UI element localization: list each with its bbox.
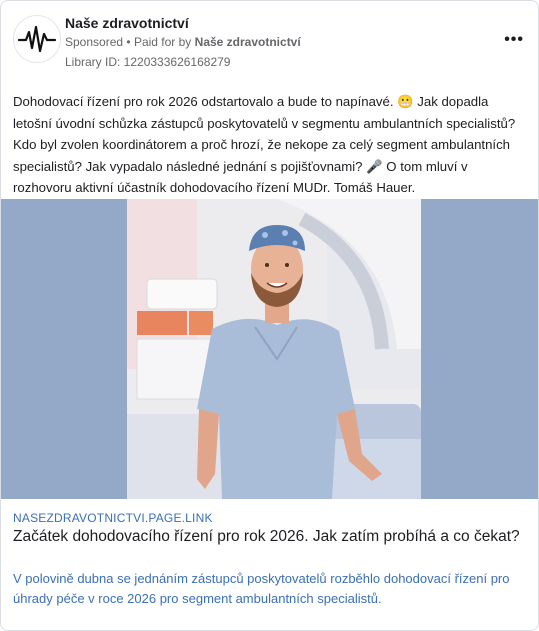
- doctor-photo: [127, 199, 421, 499]
- link-title[interactable]: Začátek dohodovacího řízení pro rok 2026…: [13, 527, 533, 547]
- link-preview[interactable]: NASEZDRAVOTNICTVI.PAGE.LINK Začátek doho…: [1, 499, 538, 630]
- meta-separator: •: [126, 35, 134, 49]
- ad-card: Naše zdravotnictví Sponsored • Paid for …: [0, 0, 539, 631]
- heartbeat-logo-icon: [17, 25, 57, 53]
- link-description: V polovině dubna se jednáním zástupců po…: [13, 571, 510, 606]
- grimace-emoji-icon: 😬: [397, 94, 414, 109]
- microphone-emoji-icon: 🎤: [366, 158, 383, 174]
- paid-for-prefix: Paid for by: [133, 35, 192, 49]
- page-avatar[interactable]: [13, 15, 61, 63]
- library-id: Library ID: 1220333626168279: [65, 55, 231, 69]
- post-text-part-1: Dohodovací řízení pro rok 2026 odstartov…: [13, 94, 394, 109]
- ad-image[interactable]: [1, 199, 538, 499]
- sponsored-label: Sponsored: [65, 35, 124, 49]
- link-domain: NASEZDRAVOTNICTVI.PAGE.LINK: [13, 511, 213, 525]
- more-options-icon[interactable]: •••: [504, 31, 524, 49]
- page-name-link[interactable]: Naše zdravotnictví: [65, 15, 189, 31]
- post-text: Dohodovací řízení pro rok 2026 odstartov…: [13, 91, 528, 199]
- paid-for-name: Naše zdravotnictví: [194, 35, 301, 49]
- post-header: Naše zdravotnictví Sponsored • Paid for …: [13, 13, 528, 71]
- doctor-illustration: [127, 199, 421, 499]
- sponsored-line: Sponsored • Paid for by Naše zdravotnict…: [65, 35, 301, 49]
